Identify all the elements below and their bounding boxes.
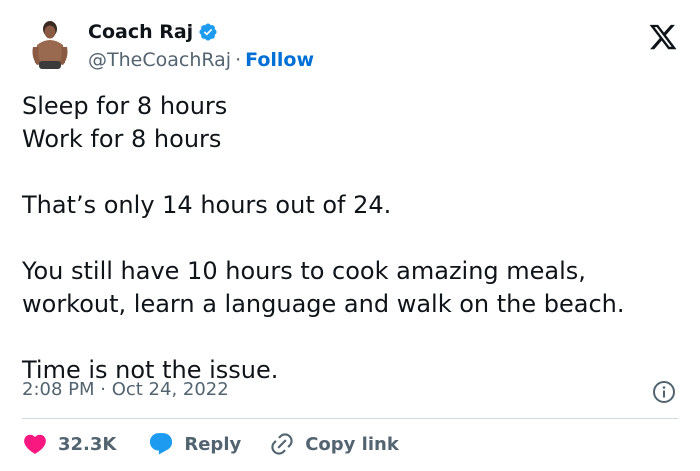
verified-badge-icon <box>198 22 218 42</box>
heart-icon <box>24 434 46 454</box>
tweet-line: That’s only 14 hours out of 24. <box>22 191 392 219</box>
tweet-line: Work for 8 hours <box>22 125 222 153</box>
info-icon[interactable] <box>652 380 676 404</box>
avatar[interactable] <box>21 15 79 73</box>
reply-button[interactable]: Reply <box>148 431 241 457</box>
tweet-card: Coach Raj @TheCoachRaj · Follow Sleep for … <box>0 0 700 471</box>
like-button[interactable]: 32.3K <box>22 431 116 457</box>
link-icon <box>271 433 293 455</box>
copy-link-button[interactable]: Copy link <box>269 431 399 457</box>
author-handle[interactable]: @TheCoachRaj <box>88 49 231 71</box>
tweet-timestamp[interactable]: 2:08 PM · Oct 24, 2022 <box>22 378 229 402</box>
like-count: 32.3K <box>58 433 117 455</box>
avatar-image <box>21 15 79 73</box>
divider <box>22 418 678 419</box>
follow-button[interactable]: Follow <box>245 49 314 71</box>
tweet-line: You still have 10 hours to cook amazing … <box>22 257 625 318</box>
action-bar: 32.3K Reply Copy link <box>22 428 399 460</box>
speech-bubble-icon <box>150 433 173 455</box>
author-name-row: Coach Raj <box>88 20 218 44</box>
separator-dot: · <box>235 49 242 71</box>
copy-link-label: Copy link <box>305 433 399 455</box>
author-handle-row: @TheCoachRaj · Follow <box>88 48 314 72</box>
tweet-line: Sleep for 8 hours <box>22 92 228 120</box>
author-display-name[interactable]: Coach Raj <box>88 20 193 44</box>
tweet-text: Sleep for 8 hours Work for 8 hours That’… <box>22 90 682 387</box>
reply-label: Reply <box>184 433 242 455</box>
x-logo-icon[interactable] <box>648 22 678 52</box>
